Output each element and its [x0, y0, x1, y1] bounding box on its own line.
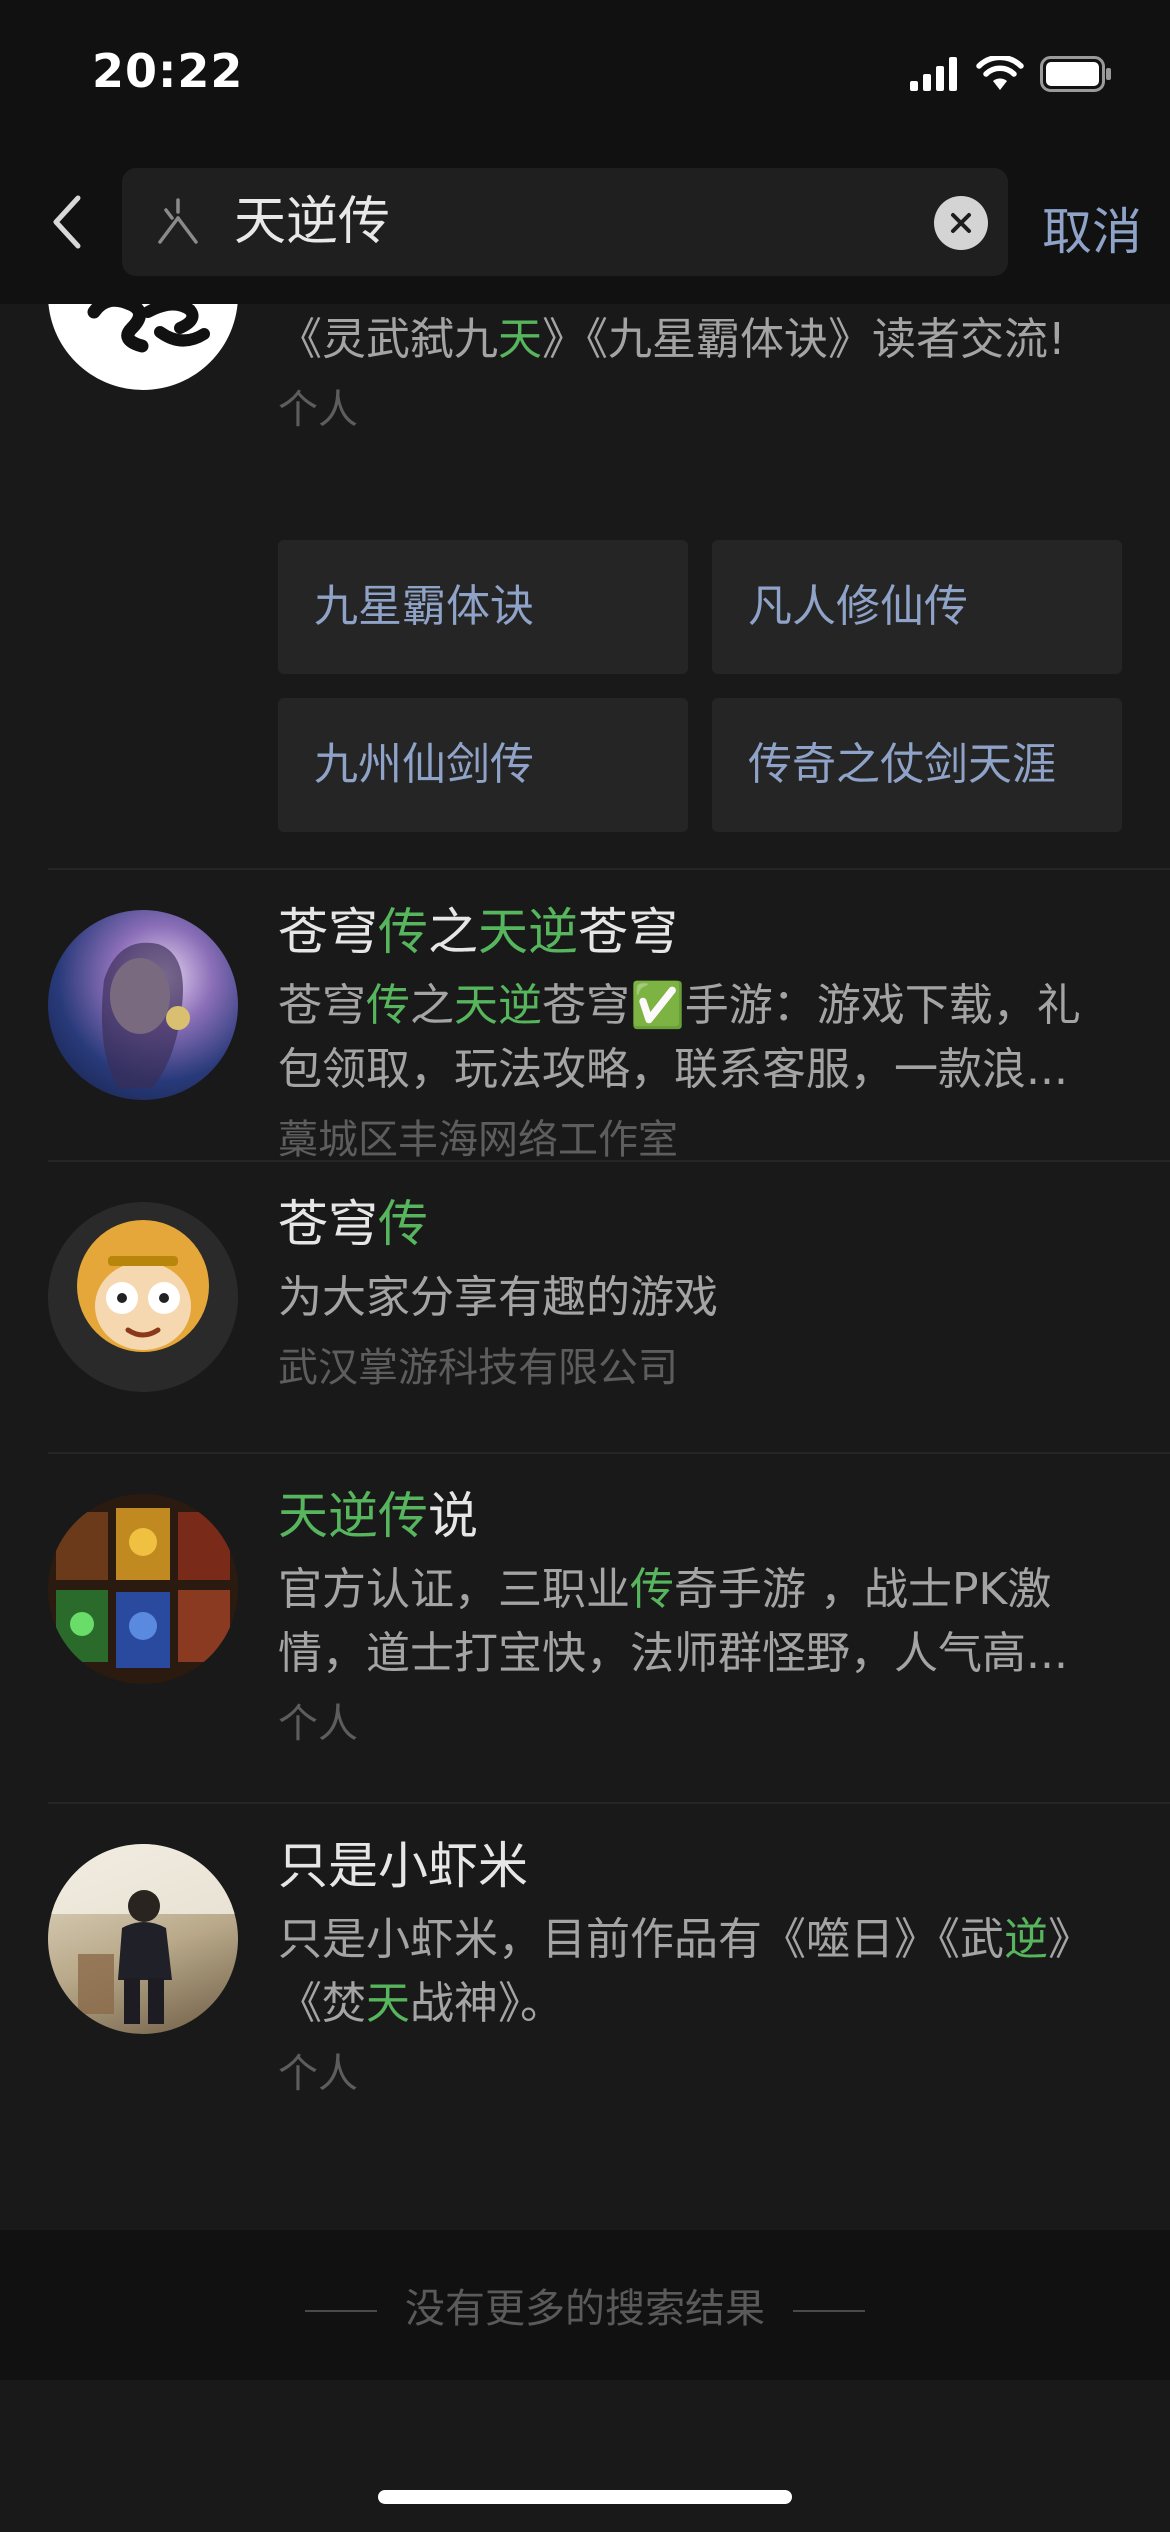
text-segment: 只是小虾米	[278, 1837, 528, 1895]
highlighted-text: 天逆传	[278, 1487, 428, 1545]
result-item-4[interactable]: 只是小虾米 只是小虾米，目前作品有《噬日》《武逆》《焚天战神》。 个人	[0, 1804, 1170, 2154]
result-text: 天逆传说 官方认证，三职业传奇手游 ，战士PK激情，道士打宝快，法师群怪野，人气…	[278, 1484, 1122, 1754]
result-title: 只是小虾米	[278, 1834, 1122, 1898]
highlighted-text: 天	[366, 1978, 410, 2029]
result-text: 苍穹传 为大家分享有趣的游戏 武汉掌游科技有限公司	[278, 1192, 1122, 1398]
text-segment: 为大家分享有趣的游戏	[278, 1272, 718, 1323]
status-time: 20:22	[92, 44, 244, 98]
avatar-monkey-king-cartoon	[77, 1220, 209, 1352]
result-description: 为大家分享有趣的游戏	[278, 1266, 1122, 1330]
avatar	[48, 910, 238, 1100]
highlighted-text: 天逆	[454, 980, 542, 1031]
text-segment: 《灵武弑九	[278, 314, 498, 365]
text-segment: 之	[428, 903, 478, 961]
highlighted-text: 天	[498, 314, 542, 365]
tag-item[interactable]: 九州仙剑传	[278, 698, 688, 832]
search-input[interactable]	[234, 168, 874, 276]
tag-item[interactable]: 传奇之仗剑天涯	[712, 698, 1122, 832]
avatar-character-portrait	[101, 942, 190, 1088]
avatar-person-photo	[48, 1844, 238, 2024]
search-header: 取消	[0, 150, 1170, 304]
no-more-results: 没有更多的搜索结果	[0, 2276, 1170, 2334]
result-description: 苍穹传之天逆苍穹✅手游：游戏下载，礼包领取，玩法攻略，联系客服，一款浪...	[278, 974, 1122, 1102]
text-segment: 苍穹	[278, 903, 378, 961]
text-segment: 之	[410, 980, 454, 1031]
avatar	[48, 1494, 238, 1684]
clear-x-icon	[951, 213, 971, 233]
result-text: 只是小虾米 只是小虾米，目前作品有《噬日》《武逆》《焚天战神》。 个人	[278, 1834, 1122, 2104]
tag-item[interactable]: 凡人修仙传	[712, 540, 1122, 674]
status-bar: 20:22	[0, 0, 1170, 150]
footer-divider-left	[305, 2310, 377, 2312]
text-segment: 官方认证，三职业	[278, 1564, 630, 1615]
result-account-type: 个人	[278, 387, 358, 433]
result-title: 苍穹传	[278, 1192, 1122, 1256]
wifi-icon	[976, 56, 1024, 90]
result-title: 苍穹传之天逆苍穹	[278, 900, 1122, 964]
avatar	[48, 1202, 238, 1392]
highlighted-text: 传	[378, 903, 428, 961]
battery-icon	[1040, 56, 1111, 92]
search-box[interactable]	[122, 168, 1008, 276]
cancel-button[interactable]: 取消	[1042, 192, 1142, 264]
screen: 20:22 天逆传 取消 《灵武弑九天》《九星霸体诀》读者交流! 个人 九星霸体…	[0, 0, 1170, 2532]
result-description: 只是小虾米，目前作品有《噬日》《武逆》《焚天战神》。	[278, 1908, 1122, 2036]
related-tags: 九星霸体诀 凡人修仙传 九州仙剑传 传奇之仗剑天涯	[278, 540, 1122, 840]
text-segment: 说	[428, 1487, 478, 1545]
highlighted-text: 传	[378, 1195, 428, 1253]
system-icons	[910, 54, 1112, 94]
highlighted-text: 逆	[1004, 1914, 1048, 1965]
text-segment: 苍穹	[278, 980, 366, 1031]
result-text: 《灵武弑九天》《九星霸体诀》读者交流! 个人	[278, 308, 1122, 440]
highlighted-text: 传	[366, 980, 410, 1031]
highlighted-text: 传	[630, 1564, 674, 1615]
results-list: 《灵武弑九天》《九星霸体诀》读者交流! 个人 九星霸体诀 凡人修仙传 九州仙剑传…	[0, 200, 1170, 2532]
result-account-type: 武汉掌游科技有限公司	[278, 1345, 678, 1391]
result-description: 《灵武弑九天》《九星霸体诀》读者交流!	[278, 308, 1122, 372]
result-item-0[interactable]: 《灵武弑九天》《九星霸体诀》读者交流! 个人 九星霸体诀 凡人修仙传 九州仙剑传…	[0, 200, 1170, 864]
result-description: 官方认证，三职业传奇手游 ，战士PK激情，道士打宝快，法师群怪野，人气高...	[278, 1558, 1122, 1686]
text-segment: 只是小虾米，目前作品有《噬日》《武	[278, 1914, 1004, 1965]
text-segment: 苍穹	[578, 903, 678, 961]
list-footer: 没有更多的搜索结果	[0, 2230, 1170, 2380]
back-chevron-icon	[53, 195, 81, 249]
result-item-3[interactable]: 天逆传说 官方认证，三职业传奇手游 ，战士PK激情，道士打宝快，法师群怪野，人气…	[0, 1454, 1170, 1804]
footer-label: 没有更多的搜索结果	[405, 2286, 765, 2332]
highlighted-text: 天逆	[478, 903, 578, 961]
cellular-signal-icon	[910, 57, 957, 91]
result-item-2[interactable]: 苍穹传 为大家分享有趣的游戏 武汉掌游科技有限公司	[0, 1162, 1170, 1452]
home-indicator[interactable]	[378, 2490, 792, 2504]
avatar	[48, 1844, 238, 2034]
result-account-type: 个人	[278, 1701, 358, 1747]
clear-search-button[interactable]	[934, 196, 988, 250]
text-segment: 》《九星霸体诀》读者交流!	[542, 314, 1066, 365]
footer-divider-right	[793, 2310, 865, 2312]
back-button[interactable]	[42, 186, 90, 258]
result-title: 天逆传说	[278, 1484, 1122, 1548]
result-item-1[interactable]: 苍穹传之天逆苍穹 苍穹传之天逆苍穹✅手游：游戏下载，礼包领取，玩法攻略，联系客服…	[0, 870, 1170, 1163]
text-segment: 战神》。	[410, 1978, 564, 2029]
search-type-icon	[158, 198, 198, 244]
text-segment: 苍穹	[278, 1195, 378, 1253]
tag-item[interactable]: 九星霸体诀	[278, 540, 688, 674]
avatar-game-collage	[56, 1508, 230, 1668]
result-account-type: 个人	[278, 2051, 358, 2097]
result-text: 苍穹传之天逆苍穹 苍穹传之天逆苍穹✅手游：游戏下载，礼包领取，玩法攻略，联系客服…	[278, 900, 1122, 1170]
